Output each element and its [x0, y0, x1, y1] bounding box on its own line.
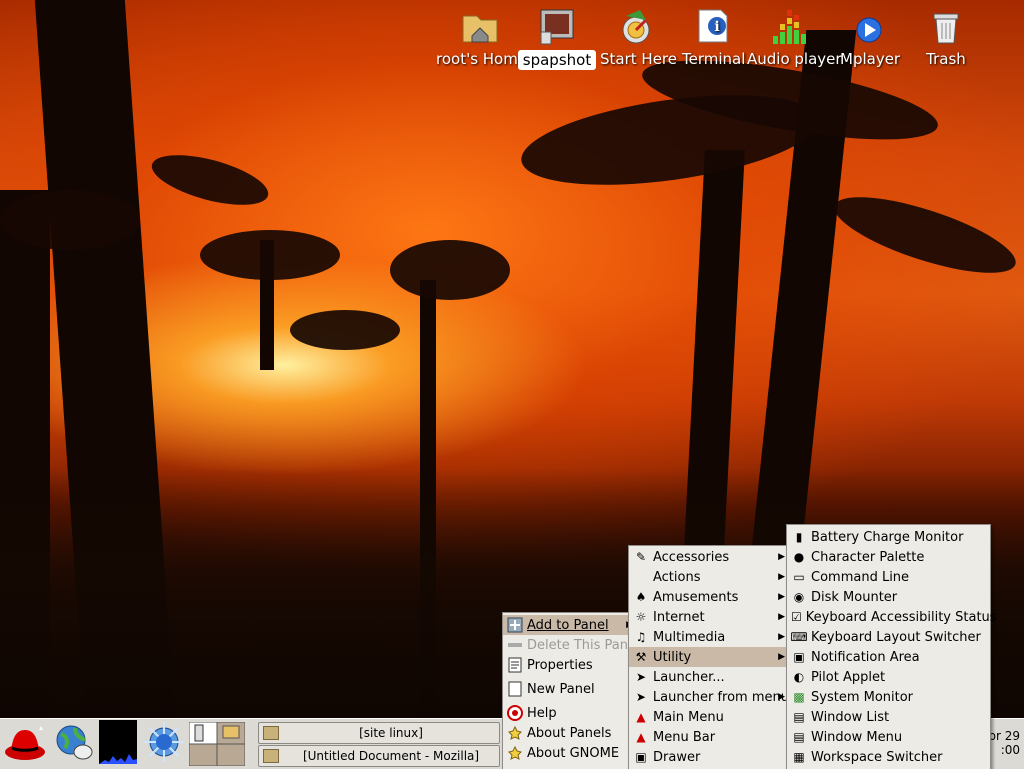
start-here-icon	[616, 6, 656, 46]
menu-item-workspace-switcher[interactable]: ▦ Workspace Switcher	[787, 747, 990, 767]
menu-item-utility[interactable]: ⚒ Utility ▶	[629, 647, 789, 667]
globe-mouse-icon	[53, 722, 95, 766]
info-icon: i	[693, 6, 733, 46]
menu-item-amusements[interactable]: ♠ Amusements ▶	[629, 587, 789, 607]
menu-item-pilot-applet[interactable]: ◐ Pilot Applet	[787, 667, 990, 687]
menu-item-help[interactable]: Help	[503, 703, 637, 723]
submenu-arrow-icon: ▶	[778, 592, 785, 602]
menu-item-drawer[interactable]: ▣ Drawer	[629, 747, 789, 767]
window-menu-icon: ▤	[793, 730, 805, 744]
menu-item-multimedia[interactable]: ♫ Multimedia ▶	[629, 627, 789, 647]
trash-icon	[926, 6, 966, 46]
menu-item-internet[interactable]: ☼ Internet ▶	[629, 607, 789, 627]
submenu-arrow-icon: ▶	[778, 692, 785, 702]
redhat-icon: ▲	[636, 710, 646, 724]
submenu-arrow-icon: ▶	[778, 572, 785, 582]
cpu-graph-icon	[99, 720, 137, 768]
add-icon	[507, 617, 523, 633]
home-folder-icon	[460, 6, 500, 46]
submenu-arrow-icon: ▶	[778, 632, 785, 642]
desktop-icon-terminal[interactable]: i Terminal	[680, 6, 746, 68]
menu-item-actions[interactable]: Actions ▶	[629, 567, 789, 587]
menu-item-keyboard-layout[interactable]: ⌨ Keyboard Layout Switcher	[787, 627, 990, 647]
play-icon	[849, 6, 889, 46]
menu-item-system-monitor[interactable]: ▩ System Monitor	[787, 687, 990, 707]
submenu-arrow-icon: ▶	[778, 552, 785, 562]
menu-item-new-panel[interactable]: New Panel	[503, 679, 637, 699]
launcher-icon: ➤	[635, 670, 647, 684]
menu-item-launcher[interactable]: ➤ Launcher...	[629, 667, 789, 687]
drawer-icon: ▣	[635, 750, 647, 764]
menu-item-disk-mounter[interactable]: ◉ Disk Mounter	[787, 587, 990, 607]
multimedia-icon: ♫	[635, 630, 647, 644]
internet-icon: ☼	[635, 610, 647, 624]
main-menu-button[interactable]	[2, 721, 48, 767]
workspace-icon: ▦	[793, 750, 805, 764]
menu-item-main-menu[interactable]: ▲ Main Menu	[629, 707, 789, 727]
redhat-icon	[3, 722, 47, 766]
starburst-globe-icon	[140, 720, 186, 768]
menu-item-add-to-panel[interactable]: Add to Panel ▶	[503, 615, 637, 635]
galeon-launcher[interactable]	[140, 721, 186, 767]
svg-text:i: i	[714, 19, 719, 35]
menu-item-delete-panel[interactable]: Delete This Panel	[503, 635, 640, 655]
menu-item-properties[interactable]: Properties	[503, 655, 637, 675]
workspace-pager-icon	[189, 722, 245, 766]
equalizer-icon	[771, 6, 811, 46]
desktop-icon-home[interactable]: root's Home	[434, 6, 527, 68]
menu-item-battery-monitor[interactable]: ▮ Battery Charge Monitor	[787, 527, 990, 547]
menu-item-about-panels[interactable]: About Panels	[503, 723, 637, 743]
notification-icon: ▣	[793, 650, 805, 664]
accessibility-icon: ☑	[791, 610, 802, 624]
folder-icon	[263, 726, 279, 740]
help-icon	[507, 705, 523, 721]
menu-item-menu-bar[interactable]: ▲ Menu Bar	[629, 727, 789, 747]
command-line-icon: ▭	[793, 570, 805, 584]
mozilla-icon	[263, 749, 279, 763]
snapshot-icon	[537, 6, 577, 46]
keyboard-icon: ⌨	[790, 630, 808, 644]
menu-item-window-list[interactable]: ▤ Window List	[787, 707, 990, 727]
menu-item-character-palette[interactable]: ● Character Palette	[787, 547, 990, 567]
menu-item-window-menu[interactable]: ▤ Window Menu	[787, 727, 990, 747]
utility-submenu: ▮ Battery Charge Monitor ● Character Palet…	[786, 524, 997, 769]
system-monitor-applet[interactable]	[98, 720, 138, 768]
gnome-foot-icon	[507, 745, 523, 761]
launcher-menu-icon: ➤	[635, 690, 646, 704]
amusements-icon: ♠	[635, 590, 647, 604]
system-monitor-icon: ▩	[793, 690, 805, 704]
workspace-switcher[interactable]	[188, 721, 246, 767]
menu-item-about-gnome[interactable]: About GNOME	[503, 743, 637, 763]
desktop-icon-snapshot[interactable]: spapshot	[518, 6, 596, 70]
menu-item-accessories[interactable]: ✎ Accessories ▶	[629, 547, 789, 567]
desktop-icon-trash[interactable]: Trash	[920, 6, 972, 68]
window-list-icon: ▤	[793, 710, 805, 724]
character-palette-icon: ●	[793, 550, 805, 564]
menu-item-notification-area[interactable]: ▣ Notification Area	[787, 647, 990, 667]
desktop-icon-start-here[interactable]: Start Here	[598, 6, 677, 68]
desktop-icon-audio-player[interactable]: Audio player	[745, 6, 842, 68]
utility-icon: ⚒	[635, 650, 647, 664]
menu-item-keyboard-accessibility[interactable]: ☑ Keyboard Accessibility Status	[787, 607, 997, 627]
accessories-icon: ✎	[635, 550, 647, 564]
submenu-arrow-icon: ▶	[778, 612, 785, 622]
add-to-panel-submenu: ✎ Accessories ▶ Actions ▶ ♠ Amusements ▶ ☼ Int…	[628, 545, 790, 769]
redhat-icon: ▲	[636, 730, 646, 744]
disk-icon: ◉	[793, 590, 805, 604]
panel-context-menu: Add to Panel ▶ Delete This Panel Propert…	[502, 612, 640, 769]
menu-item-command-line[interactable]: ▭ Command Line	[787, 567, 990, 587]
delete-icon	[507, 637, 523, 653]
desktop-icon-mplayer[interactable]: Mplayer	[838, 6, 900, 68]
submenu-arrow-icon: ▶	[778, 652, 785, 662]
taskbar-button-site-linux[interactable]: [site linux]	[258, 722, 500, 744]
battery-icon: ▮	[795, 530, 803, 544]
new-panel-icon	[507, 681, 523, 697]
web-browser-launcher[interactable]	[52, 721, 96, 767]
pilot-icon: ◐	[793, 670, 805, 684]
about-panels-icon	[507, 725, 523, 741]
properties-icon	[507, 657, 523, 673]
menu-item-launcher-from-menu[interactable]: ➤ Launcher from menu ▶	[629, 687, 789, 707]
taskbar-button-mozilla[interactable]: [Untitled Document - Mozilla]	[258, 745, 500, 767]
